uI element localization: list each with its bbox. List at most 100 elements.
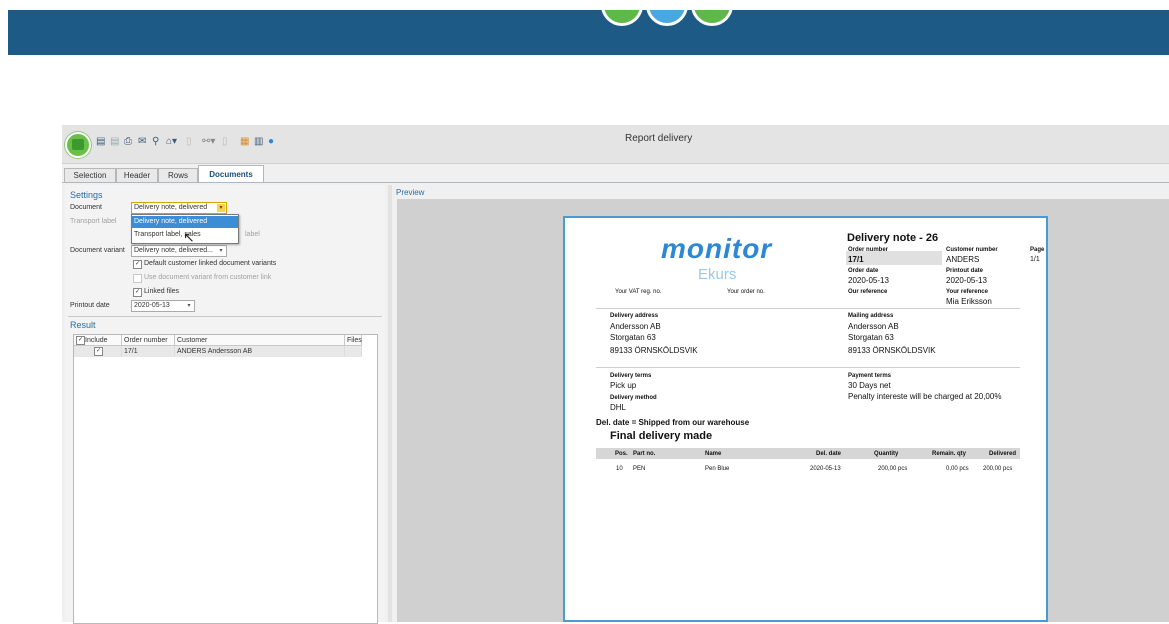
tab-header[interactable]: Header (116, 168, 158, 183)
document-select-value: Delivery note, delivered (134, 204, 208, 211)
help-icon[interactable]: ● (268, 136, 274, 148)
banner-circle (691, 10, 733, 26)
our-reference-label: Our reference (848, 289, 888, 295)
dropdown-option[interactable]: Delivery note, delivered (132, 216, 238, 228)
item-pos: 10 (616, 466, 623, 472)
panel-splitter[interactable] (388, 185, 392, 622)
settings-panel: Settings Document Delivery note, deliver… (65, 185, 385, 624)
column-header-include[interactable]: ✓ Include (74, 335, 122, 346)
row-customer[interactable]: ANDERS Andersson AB (175, 346, 345, 357)
variant-select[interactable]: Delivery note, delivered... ▾ (131, 245, 227, 257)
column-header-label: Include (85, 337, 108, 344)
del-date-note: Del. date = Shipped from our warehouse (596, 418, 750, 427)
print-icon[interactable]: ⎙ (124, 136, 132, 148)
final-delivery-note: Final delivery made (610, 430, 713, 442)
column-header-files[interactable]: Files (345, 335, 362, 346)
item-part-no: PEN (633, 466, 646, 472)
col-delivered: Delivered (989, 451, 1017, 457)
mailing-address-line: Storgatan 63 (848, 333, 894, 342)
row-include-cell[interactable]: ✓ (74, 346, 122, 357)
report-icon[interactable]: ▤ (96, 136, 105, 148)
printout-date-label: Printout date (70, 302, 110, 309)
mailing-address-line: 89133 ÖRNSKÖLDSVIK (848, 346, 936, 355)
customer-number-label: Customer number (946, 247, 998, 253)
payment-terms-label: Payment terms (848, 373, 892, 379)
settings-title: Settings (70, 190, 103, 200)
delivery-terms-label: Delivery terms (610, 373, 652, 379)
use-customer-link-checkbox[interactable] (133, 274, 142, 283)
col-name: Name (705, 451, 722, 457)
section-divider (68, 316, 382, 317)
home-icon[interactable]: ⌂▾ (166, 136, 177, 148)
page-label: Page (1030, 247, 1045, 253)
penalty-note: Penalty intereste will be charged at 20,… (848, 392, 1002, 401)
linked-files-label: Linked files (144, 288, 180, 295)
delivery-address-line: Andersson AB (610, 322, 661, 331)
delivery-method-value: DHL (610, 403, 627, 412)
tab-documents[interactable]: Documents (198, 165, 264, 183)
ekurs-logo: Ekurs (698, 266, 737, 283)
your-order-label: Your order no. (727, 289, 765, 295)
default-variants-checkbox[interactable]: ✓ (133, 260, 142, 269)
section-rule (596, 367, 1020, 368)
mailing-address-label: Mailing address (848, 313, 894, 319)
your-reference-label: Your reference (946, 289, 988, 295)
tab-rule (62, 182, 1169, 183)
col-quantity: Quantity (874, 451, 899, 457)
include-all-checkbox[interactable]: ✓ (76, 336, 85, 345)
row-order-number[interactable]: 17/1 (122, 346, 175, 357)
search-icon[interactable]: ⚲ (152, 136, 159, 148)
column-header-order-number[interactable]: Order number (122, 335, 175, 346)
delivery-terms-value: Pick up (610, 381, 637, 390)
order-number-label: Order number (848, 247, 889, 253)
link-icon[interactable]: ⚯▾ (202, 136, 215, 148)
printout-date-picker[interactable]: 2020-05-13 ▾ (131, 300, 195, 312)
tab-selection[interactable]: Selection (64, 168, 116, 183)
item-remain-qty: 0,00 pcs (946, 466, 969, 472)
disabled-icon: ▯ (186, 136, 192, 147)
item-del-date: 2020-05-13 (810, 466, 841, 472)
item-delivered: 200,00 pcs (983, 466, 1013, 472)
row-files[interactable] (345, 346, 362, 357)
printout-date-value: 2020-05-13 (946, 276, 987, 285)
printout-date-label: Printout date (946, 268, 983, 274)
app-logo-icon[interactable] (65, 132, 91, 158)
chevron-down-icon[interactable]: ▾ (185, 302, 193, 310)
order-date-value: 2020-05-13 (848, 276, 889, 285)
document-select[interactable]: Delivery note, delivered ▾ (131, 202, 227, 214)
tab-rows[interactable]: Rows (158, 168, 198, 183)
customer-number-value: ANDERS (946, 255, 980, 264)
your-reference-value: Mia Eriksson (946, 297, 992, 306)
report-delivery-window: ▤ ▤ ⎙ ✉ ⚲ ⌂▾ ▯ ⚯▾ ▯ ▦ ▥ ● Report deliver… (62, 125, 1169, 624)
mouse-cursor-icon: ↖ (183, 229, 195, 245)
col-part-no: Part no. (633, 451, 656, 457)
item-name: Pen Blue (705, 466, 730, 472)
chevron-down-icon[interactable]: ▾ (217, 247, 225, 255)
page-value: 1/1 (1030, 256, 1040, 263)
export-icon[interactable]: ▥ (254, 136, 263, 148)
monitor-logo: monitor (661, 233, 773, 264)
column-header-customer[interactable]: Customer (175, 335, 345, 346)
result-table: ✓ Include Order number Customer Files ✓ … (73, 334, 378, 624)
grid-icon[interactable]: ▦ (240, 136, 249, 148)
section-rule (596, 308, 1020, 309)
document-title: Delivery note - 26 (847, 232, 939, 244)
linked-files-checkbox[interactable]: ✓ (133, 288, 142, 297)
order-number-value: 17/1 (848, 255, 864, 264)
chevron-down-icon[interactable]: ▾ (217, 204, 225, 212)
email-icon[interactable]: ✉ (138, 136, 146, 148)
row-include-checkbox[interactable]: ✓ (94, 347, 103, 356)
delivery-method-label: Delivery method (610, 395, 657, 401)
banner-circle (601, 10, 643, 26)
disabled-icon: ▯ (222, 136, 228, 147)
variant-select-value: Delivery note, delivered... (134, 247, 213, 254)
save-icon[interactable]: ▤ (110, 136, 119, 148)
vat-label: Your VAT reg. no. (615, 289, 662, 295)
title-bar: ▤ ▤ ⎙ ✉ ⚲ ⌂▾ ▯ ⚯▾ ▯ ▦ ▥ ● Report deliver… (62, 125, 1169, 164)
item-quantity: 200,00 pcs (878, 466, 908, 472)
variant-label: Document variant (70, 247, 125, 254)
tab-bar: Selection Header Rows Documents (62, 165, 1169, 183)
delivery-note-page: monitor Ekurs Delivery note - 26 Order n… (563, 216, 1048, 622)
delivery-address-line: Storgatan 63 (610, 333, 656, 342)
preview-area: monitor Ekurs Delivery note - 26 Order n… (397, 199, 1169, 622)
